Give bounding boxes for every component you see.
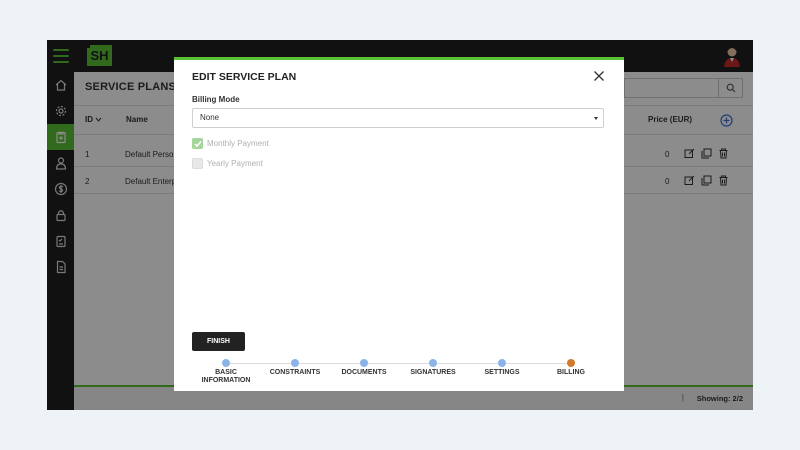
step-dot xyxy=(291,359,299,367)
wizard-stepper: BASIC INFORMATION CONSTRAINTS DOCUMENTS S… xyxy=(192,358,604,388)
edit-service-plan-dialog: EDIT SERVICE PLAN Billing Mode None Mont… xyxy=(174,57,624,391)
step-basic-information[interactable]: BASIC INFORMATION xyxy=(186,358,266,385)
monthly-payment-label: Monthly Payment xyxy=(207,139,269,148)
billing-mode-select[interactable]: None xyxy=(192,108,604,128)
monthly-payment-checkbox[interactable] xyxy=(192,138,203,149)
dialog-title: EDIT SERVICE PLAN xyxy=(192,71,297,83)
billing-mode-label: Billing Mode xyxy=(192,95,240,104)
yearly-payment-checkbox[interactable] xyxy=(192,158,203,169)
step-dot xyxy=(498,359,506,367)
step-billing[interactable]: BILLING xyxy=(531,358,611,377)
step-constraints[interactable]: CONSTRAINTS xyxy=(255,358,335,377)
step-label: BILLING xyxy=(557,369,585,376)
billing-mode-value: None xyxy=(200,113,220,122)
yearly-payment-label: Yearly Payment xyxy=(207,159,263,168)
step-dot xyxy=(360,359,368,367)
step-label: CONSTRAINTS xyxy=(269,369,321,376)
step-label: DOCUMENTS xyxy=(341,369,387,376)
step-label: BASIC INFORMATION xyxy=(201,369,251,384)
close-icon[interactable] xyxy=(592,69,606,83)
step-dot xyxy=(222,359,230,367)
monthly-payment-option[interactable]: Monthly Payment xyxy=(192,138,269,149)
step-dot xyxy=(567,359,575,367)
yearly-payment-option[interactable]: Yearly Payment xyxy=(192,158,263,169)
step-settings[interactable]: SETTINGS xyxy=(462,358,542,377)
step-dot xyxy=(429,359,437,367)
step-signatures[interactable]: SIGNATURES xyxy=(393,358,473,377)
checkmark-icon xyxy=(193,140,202,147)
chevron-down-icon xyxy=(594,117,598,120)
step-documents[interactable]: DOCUMENTS xyxy=(324,358,404,377)
finish-button[interactable]: FINISH xyxy=(192,332,245,351)
step-label: SIGNATURES xyxy=(410,369,456,376)
step-label: SETTINGS xyxy=(484,369,520,376)
